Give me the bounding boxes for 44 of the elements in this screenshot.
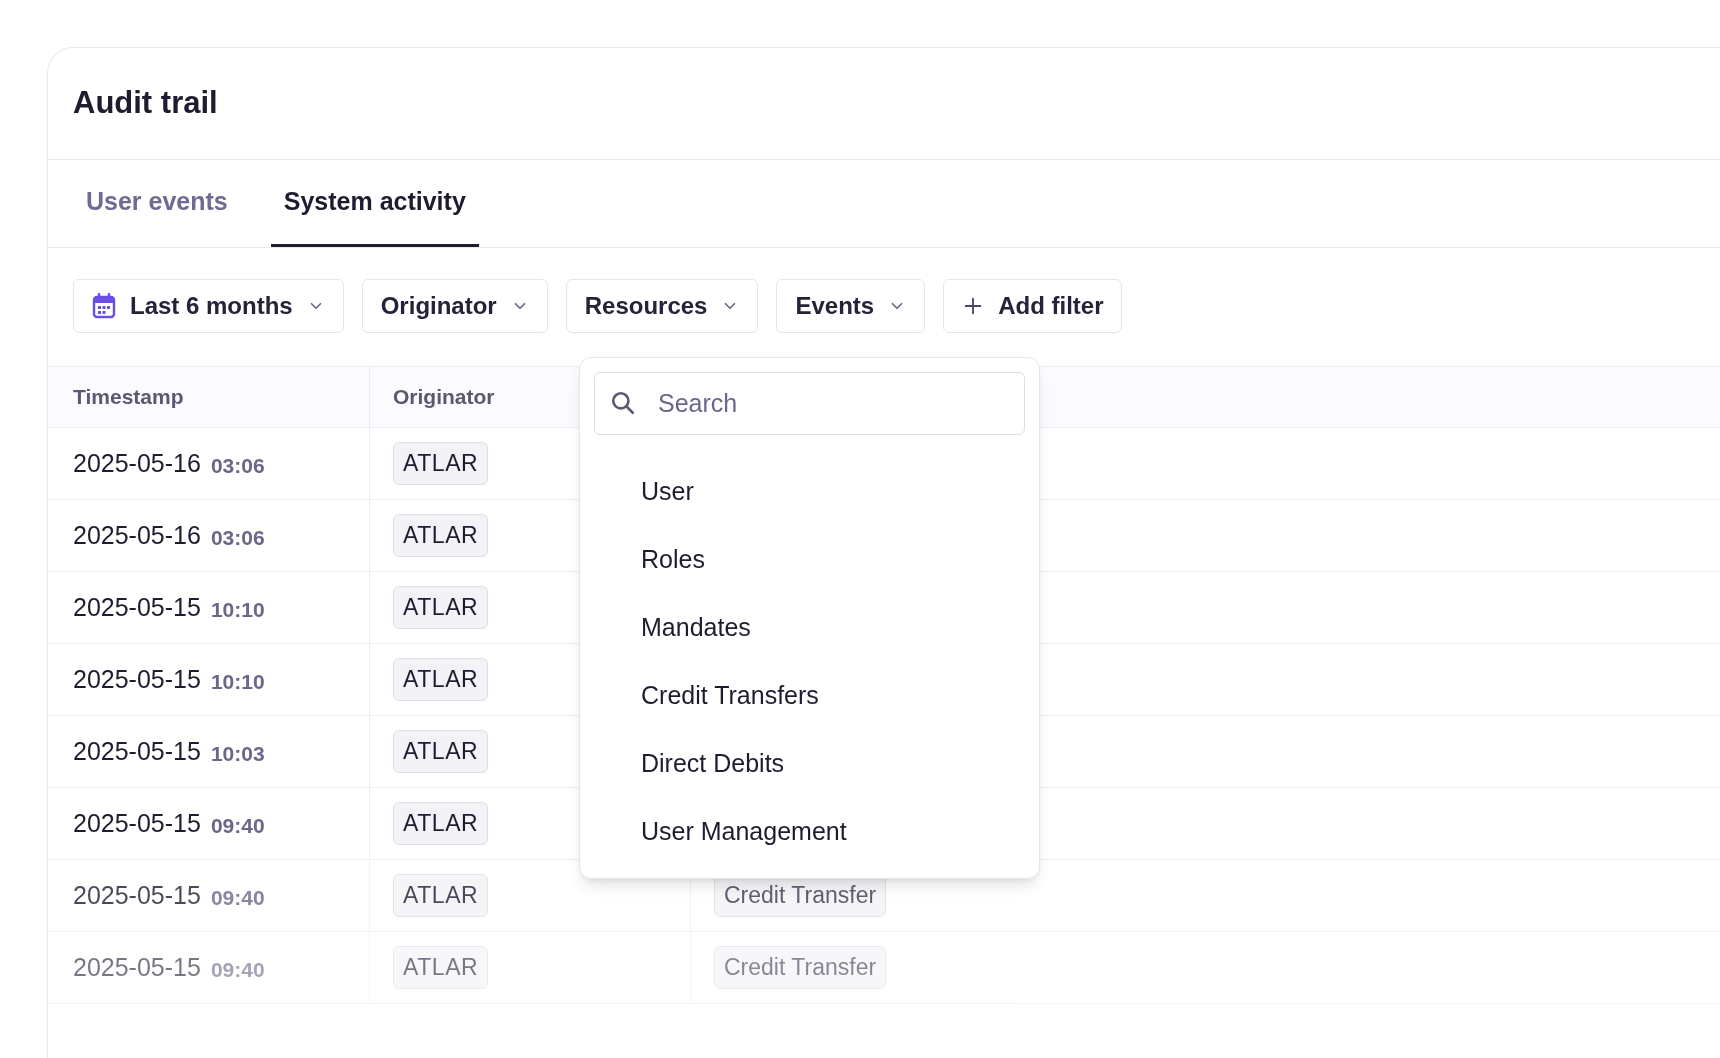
menu-item[interactable]: User (641, 471, 1025, 513)
originator-tag: ATLAR (393, 730, 489, 773)
menu-item[interactable]: Roles (641, 539, 1025, 581)
date-text: 2025-05-15 (73, 951, 201, 983)
originator-tag: ATLAR (393, 514, 489, 557)
calendar-icon (92, 293, 116, 319)
time-text: 03:06 (210, 452, 265, 479)
originator-tag: ATLAR (393, 946, 489, 989)
date-text: 2025-05-15 (73, 879, 201, 911)
date-text: 2025-05-15 (73, 591, 201, 623)
tab[interactable]: System activity (270, 160, 479, 247)
time-text: 09:40 (210, 884, 265, 911)
originator-tag: ATLAR (393, 442, 489, 485)
originator-tag: ATLAR (393, 802, 489, 845)
filter-button[interactable]: Originator (361, 279, 548, 333)
search-icon (610, 390, 636, 416)
originator-tag: ATLAR (393, 874, 489, 917)
menu-item[interactable]: Mandates (641, 607, 1025, 649)
date-text: 2025-05-15 (73, 807, 201, 839)
time-text: 10:03 (210, 740, 265, 767)
page-title: Audit trail (73, 84, 218, 123)
date-text: 2025-05-16 (73, 519, 201, 551)
originator-tag: ATLAR (393, 658, 489, 701)
menu-item[interactable]: Direct Debits (641, 743, 1025, 785)
originator-tag: ATLAR (393, 586, 489, 629)
time-text: 09:40 (210, 812, 265, 839)
filter-button[interactable]: Resources (565, 279, 759, 333)
column-header: Originator (393, 384, 495, 411)
date-text: 2025-05-16 (73, 447, 201, 479)
time-text: 10:10 (210, 596, 265, 623)
search-field[interactable]: Search (594, 372, 1025, 435)
menu-item[interactable]: User Management (641, 811, 1025, 853)
time-text: 03:06 (210, 524, 265, 551)
time-text: 09:40 (210, 956, 265, 983)
filter-button[interactable]: Last 6 months (73, 279, 344, 333)
tab[interactable]: User events (73, 160, 241, 247)
date-text: 2025-05-15 (73, 735, 201, 767)
filter-button[interactable]: Events (776, 279, 926, 333)
date-text: 2025-05-15 (73, 663, 201, 695)
menu-item[interactable]: Credit Transfers (641, 675, 1025, 717)
resource-tag: Credit Transfer (714, 946, 887, 989)
column-header: Timestamp (73, 384, 184, 411)
time-text: 10:10 (210, 668, 265, 695)
filter-button[interactable]: Add filter (943, 279, 1123, 333)
